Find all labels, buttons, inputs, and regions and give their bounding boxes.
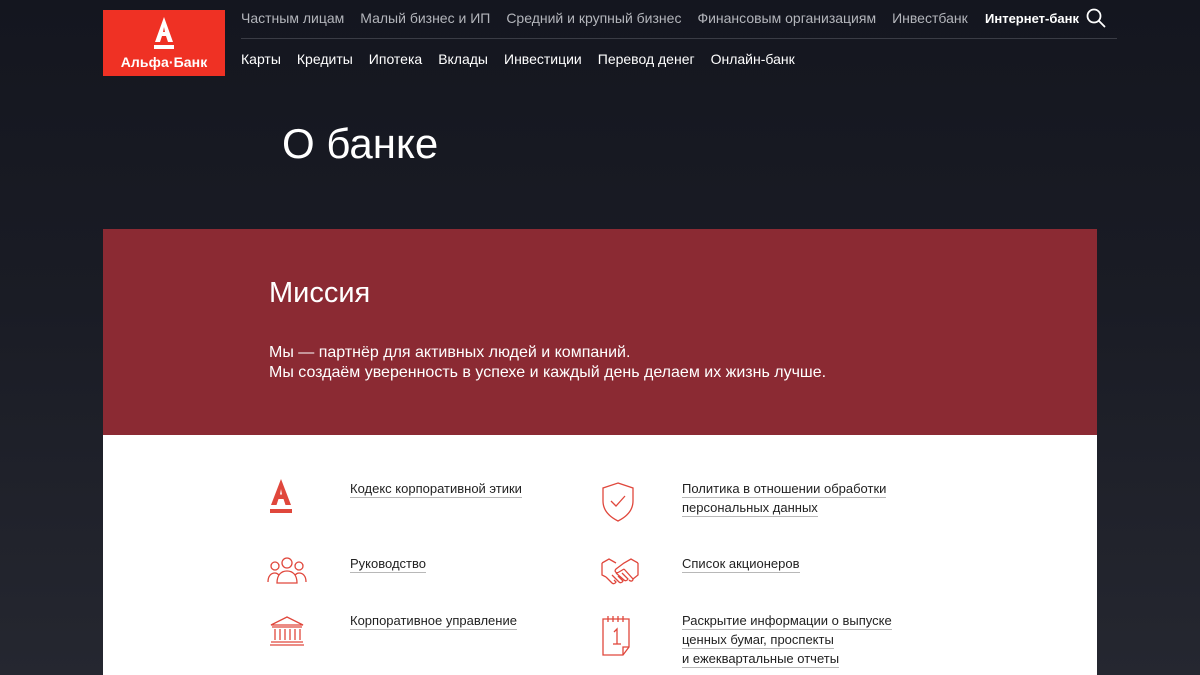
alfa-a-icon [270,479,292,513]
page-title: О банке [282,120,439,167]
nav-divider [241,38,1117,39]
nav-private-persons[interactable]: Частным лицам [241,10,344,28]
nav-investments[interactable]: Инвестиции [504,51,582,67]
link-privacy-label-1: Политика в отношении обработки [682,481,887,498]
link-corporate-governance[interactable]: Корпоративное управление [350,611,517,630]
product-nav: Карты Кредиты Ипотека Вклады Инвестиции … [241,51,811,67]
nav-financial-organizations[interactable]: Финансовым организациям [697,10,876,28]
about-links-section: Кодекс корпоративной этики Руководство К… [103,435,1097,675]
mission-line-2: Мы создаём уверенность в успехе и каждый… [269,364,827,381]
logo-text: Альфа·Банк [120,54,208,70]
mission-text: Мы — партнёр для активных людей и компан… [269,343,826,383]
bank-building-icon [270,616,304,646]
mission-section: Миссия Мы — партнёр для активных людей и… [103,229,1097,435]
link-privacy-label-2: персональных данных [682,500,818,517]
nav-small-business[interactable]: Малый бизнес и ИП [360,10,490,28]
segment-nav: Частным лицам Малый бизнес и ИП Средний … [241,10,984,28]
people-icon [267,557,307,584]
link-shareholders-label: Список акционеров [682,556,800,573]
alfa-a-icon [154,17,174,49]
link-ethics-code[interactable]: Кодекс корпоративной этики [350,479,522,498]
link-management-label: Руководство [350,556,426,573]
calendar-document-icon [602,616,630,656]
link-privacy-policy[interactable]: Политика в отношении обработки персональ… [682,479,887,517]
link-disclosure-label-2: ценных бумаг, проспекты [682,632,834,649]
internet-bank-link[interactable]: Интернет-банк [985,11,1079,26]
link-ethics-label: Кодекс корпоративной этики [350,481,522,498]
search-icon[interactable] [1086,8,1106,28]
nav-mortgage[interactable]: Ипотека [369,51,422,67]
link-governance-label: Корпоративное управление [350,613,517,630]
link-management[interactable]: Руководство [350,554,426,573]
nav-online-bank[interactable]: Онлайн-банк [711,51,795,67]
nav-investbank[interactable]: Инвестбанк [892,10,968,28]
shield-check-icon [602,482,634,522]
nav-deposits[interactable]: Вклады [438,51,488,67]
mission-heading: Миссия [269,277,371,309]
nav-cards[interactable]: Карты [241,51,281,67]
link-shareholders-list[interactable]: Список акционеров [682,554,800,573]
handshake-icon [601,558,639,585]
link-securities-disclosure[interactable]: Раскрытие информации о выпуске ценных бу… [682,611,892,668]
link-disclosure-label-3: и ежеквартальные отчеты [682,651,840,668]
mission-line-1: Мы — партнёр для активных людей и компан… [269,344,631,361]
alfa-bank-logo[interactable]: Альфа·Банк [103,10,225,76]
nav-credits[interactable]: Кредиты [297,51,353,67]
link-disclosure-label-1: Раскрытие информации о выпуске [682,613,892,630]
nav-medium-large-business[interactable]: Средний и крупный бизнес [506,10,681,28]
nav-money-transfer[interactable]: Перевод денег [598,51,695,67]
